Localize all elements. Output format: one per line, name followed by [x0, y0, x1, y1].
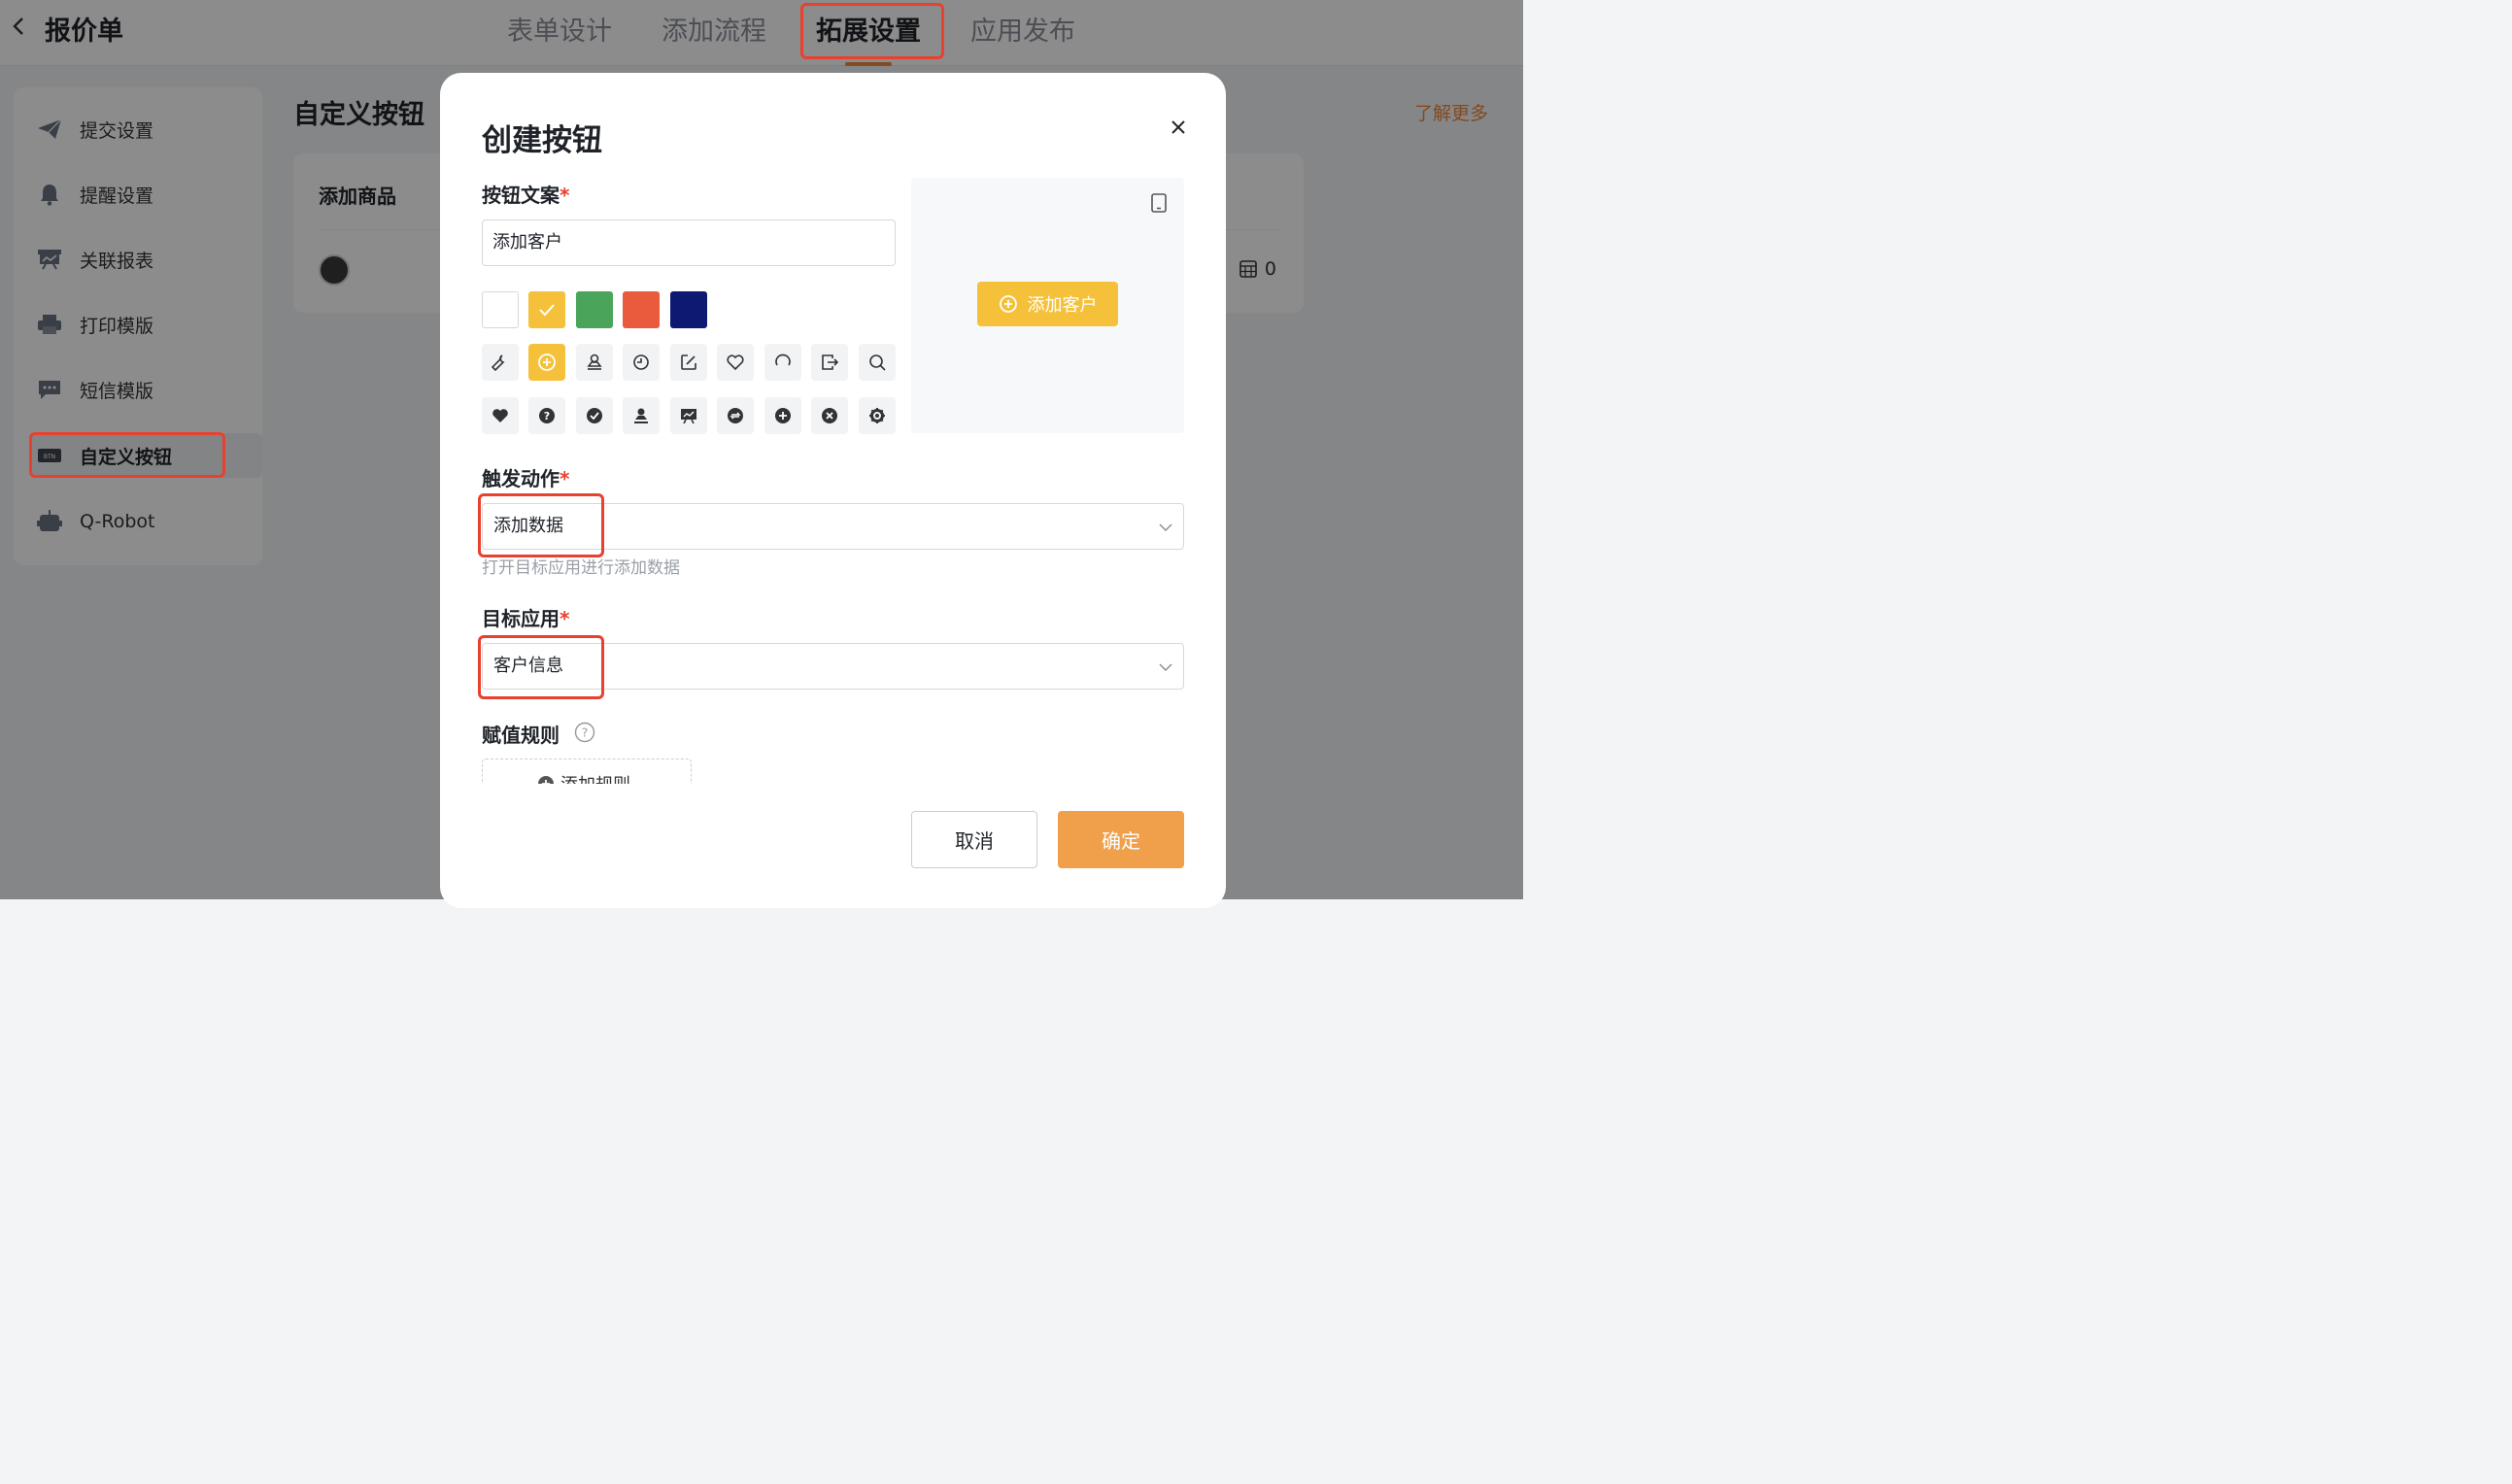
color-swatch-green[interactable] — [576, 291, 613, 328]
heart-outline-icon[interactable] — [717, 344, 754, 381]
stamp-solid-icon[interactable] — [623, 397, 660, 434]
check-icon — [539, 304, 555, 317]
wrench-icon[interactable] — [482, 344, 519, 381]
color-swatch-red[interactable] — [623, 291, 660, 328]
plus-solid-icon[interactable] — [764, 397, 801, 434]
button-preview-panel: 添加客户 — [911, 178, 1184, 433]
heart-icon[interactable] — [482, 397, 519, 434]
button-text-label: 按钮文案* — [482, 184, 570, 207]
svg-text:?: ? — [582, 726, 588, 740]
assign-rules-label: 赋值规则 — [482, 724, 560, 747]
color-swatch-navy[interactable] — [670, 291, 707, 328]
plus-circle-icon — [999, 295, 1017, 313]
trigger-action-label: 触发动作* — [482, 467, 570, 490]
create-button-modal: 创建按钮 按钮文案* 添加客户 ? 添加客户 触发动作* 添加数据 打开目标应用… — [440, 73, 1226, 908]
cancel-button[interactable]: 取消 — [911, 811, 1037, 868]
scroll-clip — [440, 784, 1226, 803]
close-solid-icon[interactable] — [811, 397, 848, 434]
close-icon[interactable] — [1167, 116, 1190, 139]
target-app-label: 目标应用* — [482, 607, 570, 630]
highlight-box-sidebar — [29, 432, 225, 478]
highlight-box-trigger — [478, 493, 604, 557]
svg-text:?: ? — [544, 410, 550, 422]
question-icon[interactable]: ? — [528, 397, 565, 434]
modal-title: 创建按钮 — [482, 123, 602, 158]
highlight-box-tab — [800, 3, 944, 59]
chevron-down-icon — [1159, 663, 1172, 671]
confirm-button[interactable]: 确定 — [1058, 811, 1184, 868]
export-icon[interactable] — [811, 344, 848, 381]
color-swatch-white[interactable] — [482, 291, 519, 328]
highlight-box-target — [478, 635, 604, 699]
color-swatch-yellow[interactable] — [528, 291, 565, 328]
plus-circle-icon[interactable] — [528, 344, 565, 381]
mobile-preview-icon[interactable] — [1151, 193, 1167, 213]
refresh-icon[interactable] — [764, 344, 801, 381]
help-icon[interactable]: ? — [574, 722, 595, 743]
stamp-icon[interactable] — [576, 344, 613, 381]
chevron-down-icon — [1159, 523, 1172, 531]
settings-icon[interactable] — [859, 397, 896, 434]
sync-icon[interactable] — [717, 397, 754, 434]
edit-icon[interactable] — [670, 344, 707, 381]
search-icon[interactable] — [859, 344, 896, 381]
clock-icon[interactable] — [623, 344, 660, 381]
check-circle-icon[interactable] — [576, 397, 613, 434]
preview-button-label: 添加客户 — [1027, 295, 1098, 316]
preview-button: 添加客户 — [977, 282, 1118, 326]
button-text-input[interactable]: 添加客户 — [482, 219, 896, 266]
board-icon[interactable] — [670, 397, 707, 434]
